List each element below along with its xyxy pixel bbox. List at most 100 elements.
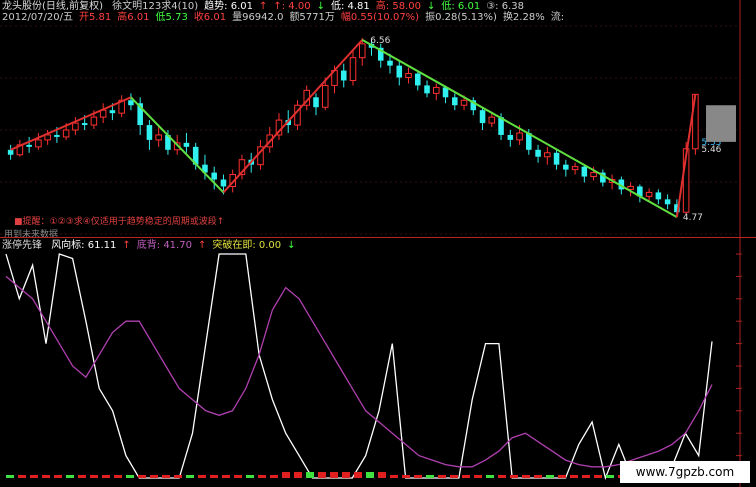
indicator-volume-bar bbox=[402, 475, 410, 478]
indicator-volume-bar bbox=[54, 475, 62, 478]
candle-body bbox=[109, 110, 116, 114]
indicator-volume-bar bbox=[354, 472, 362, 478]
candle-body bbox=[26, 144, 32, 147]
indicator-volume-bar bbox=[114, 475, 122, 478]
indicator-volume-bar bbox=[90, 475, 98, 478]
indicator-volume-bar bbox=[282, 472, 290, 478]
indicator-chart[interactable] bbox=[0, 238, 756, 487]
indicator-volume-bar bbox=[66, 475, 74, 478]
candle-body bbox=[563, 164, 569, 170]
indicator-volume-bar bbox=[174, 475, 182, 478]
candle-body bbox=[211, 172, 217, 180]
indicator-series-line bbox=[5, 253, 713, 481]
price-annotation: 4.77 bbox=[683, 213, 703, 223]
trend-line bbox=[222, 39, 363, 194]
candle-body bbox=[183, 142, 190, 147]
candle-body bbox=[321, 84, 329, 108]
indicator-volume-bar bbox=[162, 475, 170, 478]
candle-body bbox=[62, 129, 70, 138]
candle-body bbox=[358, 43, 366, 59]
candle-body bbox=[220, 179, 227, 187]
candle-body bbox=[645, 191, 653, 197]
trend-line bbox=[361, 38, 678, 219]
candle-body bbox=[433, 86, 440, 94]
candle-body bbox=[313, 97, 319, 108]
indicator-volume-bar bbox=[126, 475, 134, 478]
candle-body bbox=[553, 152, 560, 165]
indicator-volume-bar bbox=[6, 475, 14, 478]
watermark: www.7gpzb.com bbox=[620, 461, 750, 483]
indicator-volume-bar bbox=[378, 472, 386, 478]
indicator-volume-bar bbox=[258, 475, 266, 478]
candle-body bbox=[340, 70, 347, 81]
candle-body bbox=[664, 199, 671, 205]
warning-note: ■提醒：①②③求④仅适用于趋势稳定的周期或波段↑ bbox=[14, 217, 225, 227]
candle-body bbox=[479, 110, 486, 124]
indicator-volume-bar bbox=[222, 475, 230, 478]
indicator-volume-bar bbox=[270, 475, 278, 478]
indicator-volume-bar bbox=[18, 475, 26, 478]
indicator-volume-bar bbox=[30, 475, 38, 478]
indicator-volume-bar bbox=[558, 475, 566, 478]
candle-body bbox=[424, 85, 430, 94]
candle-body bbox=[507, 134, 514, 140]
indicator-volume-bar bbox=[102, 475, 110, 478]
candle-body bbox=[571, 166, 579, 171]
candle-body bbox=[54, 134, 60, 137]
candle-body bbox=[516, 132, 523, 141]
candle-body bbox=[72, 122, 79, 131]
indicator-volume-bar bbox=[306, 472, 314, 478]
indicator-volume-bar bbox=[534, 475, 542, 478]
candle-body bbox=[155, 134, 162, 141]
indicator-volume-bar bbox=[390, 475, 398, 478]
candle-body bbox=[35, 139, 42, 148]
indicator-volume-bar bbox=[42, 475, 50, 478]
candle-body bbox=[387, 60, 393, 66]
indicator-volume-bar bbox=[318, 472, 326, 478]
indicator-volume-bar bbox=[186, 475, 194, 478]
candle-body bbox=[590, 172, 597, 178]
indicator-series-line bbox=[5, 275, 713, 468]
indicator-volume-bar bbox=[294, 472, 302, 478]
price-annotation: 5.46 bbox=[701, 145, 721, 155]
indicator-volume-bar bbox=[498, 475, 506, 478]
candle-body bbox=[452, 97, 458, 106]
candle-body bbox=[90, 116, 98, 126]
candle-body bbox=[581, 166, 588, 177]
price-annotation: 6.56 bbox=[370, 36, 390, 46]
price-chart[interactable]: 6.565.535.464.77 bbox=[0, 0, 756, 240]
indicator-volume-bar bbox=[510, 475, 518, 478]
indicator-volume-bar bbox=[522, 475, 530, 478]
indicator-volume-bar bbox=[474, 475, 482, 478]
indicator-volume-bar bbox=[366, 472, 374, 478]
indicator-volume-bar bbox=[606, 475, 614, 478]
indicator-volume-bar bbox=[210, 475, 218, 478]
candle-body bbox=[488, 116, 496, 124]
indicator-volume-bar bbox=[138, 475, 146, 478]
indicator-volume-bar bbox=[594, 475, 602, 478]
indicator-volume-bar bbox=[486, 475, 494, 478]
candle-body bbox=[535, 149, 541, 157]
indicator-volume-bar bbox=[342, 472, 350, 478]
indicator-volume-bar bbox=[246, 475, 254, 478]
indicator-volume-bar bbox=[546, 475, 554, 478]
indicator-volume-bar bbox=[570, 475, 578, 478]
indicator-volume-bar bbox=[330, 472, 338, 478]
candle-body bbox=[460, 99, 468, 106]
indicator-volume-bar bbox=[438, 475, 446, 478]
candle-body bbox=[128, 100, 134, 106]
candle-body bbox=[544, 152, 551, 158]
indicator-volume-bar bbox=[426, 475, 434, 478]
indicator-volume-bar bbox=[414, 475, 422, 478]
indicator-volume-bar bbox=[462, 475, 470, 478]
candle-body bbox=[655, 192, 662, 200]
candle-body bbox=[146, 125, 153, 140]
indicator-volume-bar bbox=[582, 475, 590, 478]
indicator-volume-bar bbox=[150, 475, 158, 478]
trend-line bbox=[10, 96, 132, 151]
candle-body bbox=[7, 149, 14, 155]
candle-body bbox=[414, 73, 421, 86]
price-highlight-box bbox=[706, 105, 736, 142]
indicator-volume-bar bbox=[450, 475, 458, 478]
indicator-volume-bar bbox=[198, 475, 206, 478]
